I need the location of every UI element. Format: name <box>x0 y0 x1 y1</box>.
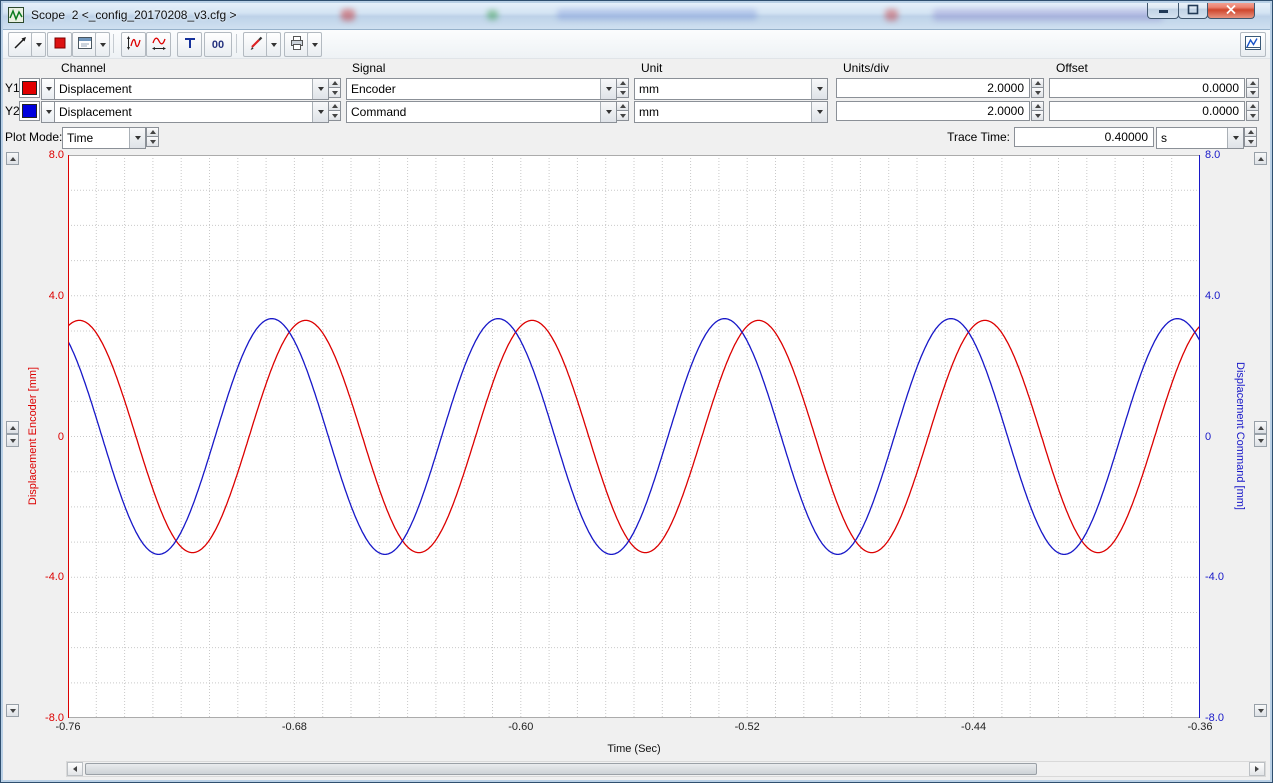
x-tick-label: -0.68 <box>282 721 307 733</box>
titlebar[interactable]: Scope 2 <_config_20170208_v3.cfg > <box>1 1 1272 30</box>
glass-reflection <box>933 9 1163 21</box>
window-title: Scope 2 <_config_20170208_v3.cfg > <box>31 8 237 22</box>
glass-reflection <box>341 9 355 21</box>
glass-reflection <box>487 10 498 20</box>
glass-reflection <box>557 9 757 20</box>
scope-window: { "window": { "title": "Scope 2 <_config… <box>0 0 1273 783</box>
minimize-button[interactable] <box>1147 0 1179 19</box>
glass-reflection <box>885 9 898 21</box>
y2-axis-scroll-mid-up-button[interactable] <box>1254 421 1267 434</box>
y-tick-label-left: 8.0 <box>18 149 64 161</box>
plot-area[interactable] <box>68 155 1200 718</box>
y-tick-label-left: -4.0 <box>18 571 64 583</box>
y2-axis-scroll-mid-down-button[interactable] <box>1254 434 1267 447</box>
series-line-encoder <box>68 320 1200 552</box>
plot-canvas <box>68 155 1200 718</box>
x-axis-label: Time (Sec) <box>607 743 660 755</box>
y-tick-label-right: -4.0 <box>1205 571 1251 583</box>
y-tick-label-right: -8.0 <box>1205 712 1251 724</box>
x-tick-label: -0.52 <box>735 721 760 733</box>
h-scrollbar-thumb[interactable] <box>85 763 1037 775</box>
h-scrollbar-track[interactable] <box>66 761 1266 777</box>
app-icon[interactable] <box>8 7 24 23</box>
x-tick-label: -0.60 <box>508 721 533 733</box>
y-tick-label-left: 4.0 <box>18 290 64 302</box>
y2-axis-scroll-up-button[interactable] <box>1254 152 1267 165</box>
y-tick-label-right: 0 <box>1205 431 1251 443</box>
y-tick-label-left: 0 <box>18 431 64 443</box>
chart-layer: Displacement Encoder [mm] Displacement C… <box>0 0 1273 783</box>
y-tick-label-right: 8.0 <box>1205 149 1251 161</box>
y-tick-label-right: 4.0 <box>1205 290 1251 302</box>
x-tick-label: -0.44 <box>961 721 986 733</box>
h-scrollbar-left-arrow[interactable] <box>67 762 83 776</box>
y-tick-label-left: -8.0 <box>18 712 64 724</box>
maximize-button[interactable] <box>1178 0 1208 19</box>
close-button[interactable] <box>1207 0 1255 19</box>
y2-axis-scroll-down-button[interactable] <box>1254 704 1267 717</box>
h-scrollbar-right-arrow[interactable] <box>1249 762 1265 776</box>
